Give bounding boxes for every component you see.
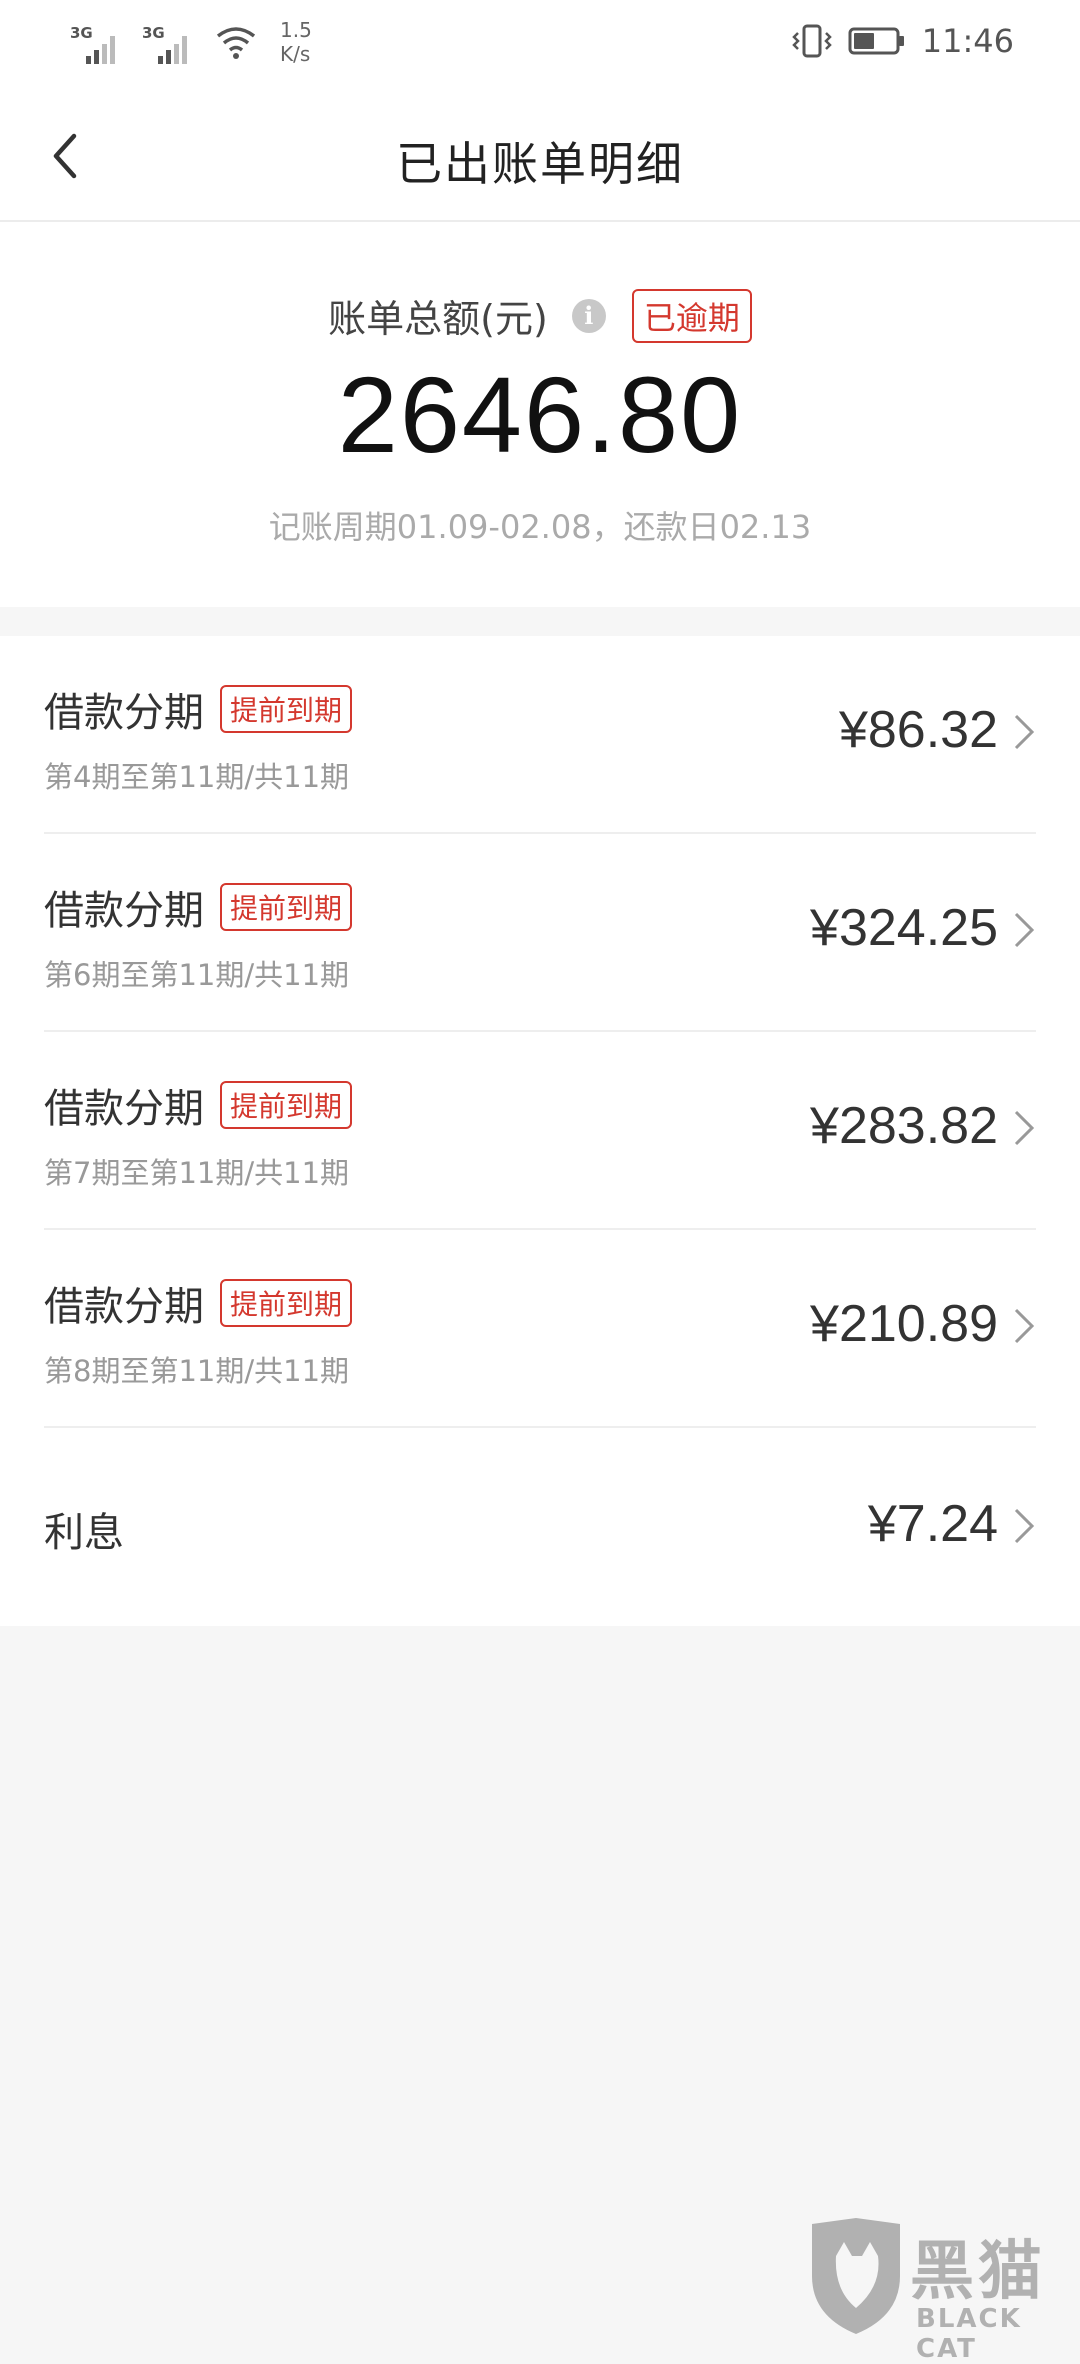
status-bar: 3G 3G 1.5 K/s 11:46 <box>0 0 1080 90</box>
clock: 11:46 <box>921 22 1014 60</box>
cell-signal-1: 3G <box>70 18 120 64</box>
speed-value: 1.5 <box>280 18 312 42</box>
interest-title: 利息 <box>44 1510 124 1556</box>
bill-item-row[interactable]: 借款分期 提前到期 第4期至第11期/共11期 ¥86.32 <box>44 636 1036 834</box>
cat-shield-logo-icon <box>812 2218 900 2334</box>
row-title: 借款分期 <box>44 1086 204 1132</box>
bill-item-row[interactable]: 借款分期 提前到期 第8期至第11期/共11期 ¥210.89 <box>44 1230 1036 1428</box>
row-period: 第6期至第11期/共11期 <box>44 958 350 992</box>
row-amount: ¥210.89 <box>810 1295 998 1353</box>
wifi-icon <box>216 27 256 59</box>
chevron-right-icon <box>1014 1110 1035 1146</box>
black-cat-watermark: 黑猫 BLACK CAT <box>806 2216 1080 2364</box>
chevron-right-icon <box>1014 1508 1035 1544</box>
row-period: 第7期至第11期/共11期 <box>44 1156 350 1190</box>
row-title-line: 借款分期 提前到期 <box>44 680 353 738</box>
bill-items-list: 借款分期 提前到期 第4期至第11期/共11期 ¥86.32 借款分期 提前到期… <box>0 636 1080 1626</box>
early-due-badge: 提前到期 <box>220 1279 353 1327</box>
total-amount: 2646.80 <box>337 354 743 475</box>
row-amount: ¥283.82 <box>810 1097 998 1155</box>
page-title: 已出账单明细 <box>396 137 684 191</box>
row-title-line: 借款分期 提前到期 <box>44 1274 353 1332</box>
status-right: 11:46 <box>792 22 1014 60</box>
watermark-cn-text: 黑猫 <box>910 2235 1046 2309</box>
chevron-right-icon <box>1014 714 1035 750</box>
chevron-right-icon <box>1014 912 1035 948</box>
signal-bars-icon <box>158 36 187 64</box>
signal-bars-icon <box>86 36 115 64</box>
row-period: 第8期至第11期/共11期 <box>44 1354 350 1388</box>
row-title: 借款分期 <box>44 1284 204 1330</box>
bill-item-row[interactable]: 借款分期 提前到期 第7期至第11期/共11期 ¥283.82 <box>44 1032 1036 1230</box>
interest-amount: ¥7.24 <box>867 1495 998 1553</box>
status-left: 3G 3G 1.5 K/s <box>70 18 312 66</box>
billing-cycle-text: 记账周期01.09-02.08，还款日02.13 <box>268 508 812 546</box>
row-title: 借款分期 <box>44 888 204 934</box>
watermark-en-text: BLACK CAT <box>916 2304 1022 2364</box>
network-speed: 1.5 K/s <box>280 18 312 66</box>
row-amount: ¥324.25 <box>810 899 998 957</box>
nav-header: 已出账单明细 <box>0 90 1080 222</box>
cell-signal-2: 3G <box>142 18 192 64</box>
info-icon[interactable]: i <box>571 298 606 333</box>
row-period: 第4期至第11期/共11期 <box>44 760 350 794</box>
bill-summary: 账单总额(元) i 已逾期 2646.80 记账周期01.09-02.08，还款… <box>0 222 1080 607</box>
row-title-line: 借款分期 提前到期 <box>44 1076 353 1134</box>
row-amount: ¥86.32 <box>838 701 998 759</box>
total-label: 账单总额(元) <box>328 297 548 341</box>
speed-unit: K/s <box>280 42 311 66</box>
early-due-badge: 提前到期 <box>220 685 353 733</box>
early-due-badge: 提前到期 <box>220 1081 353 1129</box>
overdue-status-badge: 已逾期 <box>631 288 752 343</box>
chevron-right-icon <box>1014 1308 1035 1344</box>
row-title: 借款分期 <box>44 690 204 736</box>
summary-label-row: 账单总额(元) i 已逾期 <box>0 288 1080 343</box>
vibrate-icon <box>792 24 832 58</box>
bill-item-row[interactable]: 借款分期 提前到期 第6期至第11期/共11期 ¥324.25 <box>44 834 1036 1032</box>
early-due-badge: 提前到期 <box>220 883 353 931</box>
row-title-line: 借款分期 提前到期 <box>44 878 353 936</box>
battery-icon <box>848 27 904 55</box>
interest-row[interactable]: 利息 ¥7.24 <box>44 1428 1036 1624</box>
